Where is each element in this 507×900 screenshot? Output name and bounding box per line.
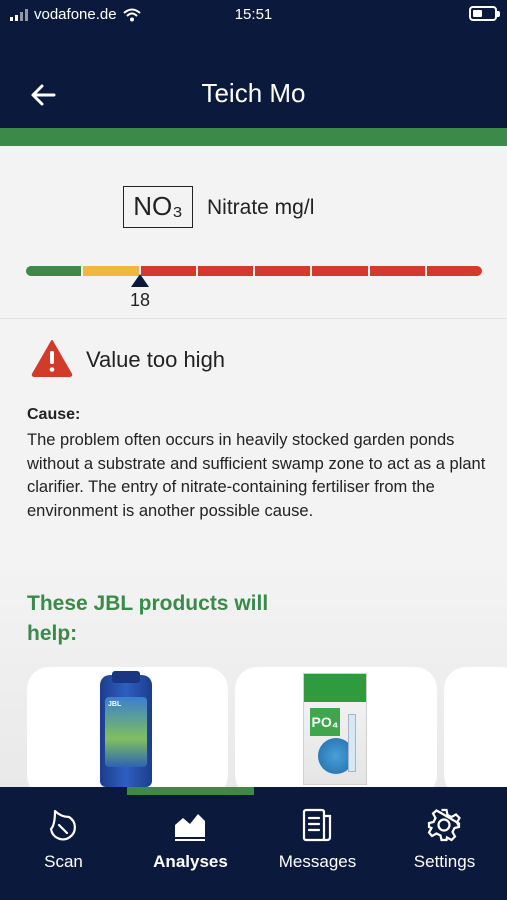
scale-segment	[197, 266, 253, 276]
parameter-symbol: NO₃	[123, 186, 193, 228]
scale-segment	[426, 266, 482, 276]
drop-icon	[49, 809, 76, 841]
scale-segment	[369, 266, 425, 276]
tab-label: Messages	[278, 852, 357, 871]
tab-analyses[interactable]: Analyses	[127, 795, 254, 885]
products-section: These JBL products will help: JBL PO₄	[0, 569, 507, 797]
measured-value: 18	[129, 290, 151, 310]
tab-label: Scan	[44, 852, 83, 871]
tab-messages[interactable]: Messages	[254, 795, 381, 885]
parameter-section: NO₃ Nitrate mg/l 18	[0, 146, 507, 318]
value-marker-icon	[131, 274, 149, 287]
tab-scan[interactable]: Scan	[0, 795, 127, 885]
active-tab-indicator	[127, 787, 254, 795]
document-icon	[302, 808, 332, 842]
warning-title: Value too high	[86, 347, 226, 372]
warning-section: Value too high Cause: The problem often …	[0, 319, 507, 569]
status-bar: vodafone.de 15:51	[0, 0, 507, 30]
aquatest-kit-image: PO₄	[303, 673, 367, 785]
scale-segment	[312, 266, 368, 276]
cause-text: The problem often occurs in heavily stoc…	[27, 431, 486, 520]
product-label: PO₄	[310, 708, 340, 736]
gear-icon	[427, 808, 461, 842]
page-title: Teich Mo	[201, 78, 306, 108]
conditioner-bottle-image: JBL	[100, 671, 152, 787]
tab-label: Analyses	[153, 852, 228, 871]
parameter-name: Nitrate mg/l	[207, 196, 315, 219]
tab-settings[interactable]: Settings	[381, 795, 507, 885]
scale-segment	[255, 266, 311, 276]
tab-label: Settings	[413, 852, 476, 871]
value-scale	[26, 266, 482, 276]
product-card[interactable]: JBL	[27, 667, 228, 797]
cause-label: Cause:	[27, 406, 81, 423]
clock: 15:51	[234, 6, 273, 23]
product-card-partial[interactable]	[444, 667, 507, 797]
app-header: vodafone.de 15:51 Teich Mo	[0, 0, 507, 128]
product-brand: JBL	[108, 701, 122, 708]
product-card[interactable]: PO₄	[235, 667, 437, 797]
products-heading: These JBL products will help:	[27, 592, 269, 645]
scale-segment	[26, 266, 82, 276]
header-accent-bar	[0, 128, 507, 146]
chart-icon	[175, 814, 205, 841]
battery-icon	[469, 6, 500, 21]
warning-triangle-icon	[31, 340, 73, 377]
